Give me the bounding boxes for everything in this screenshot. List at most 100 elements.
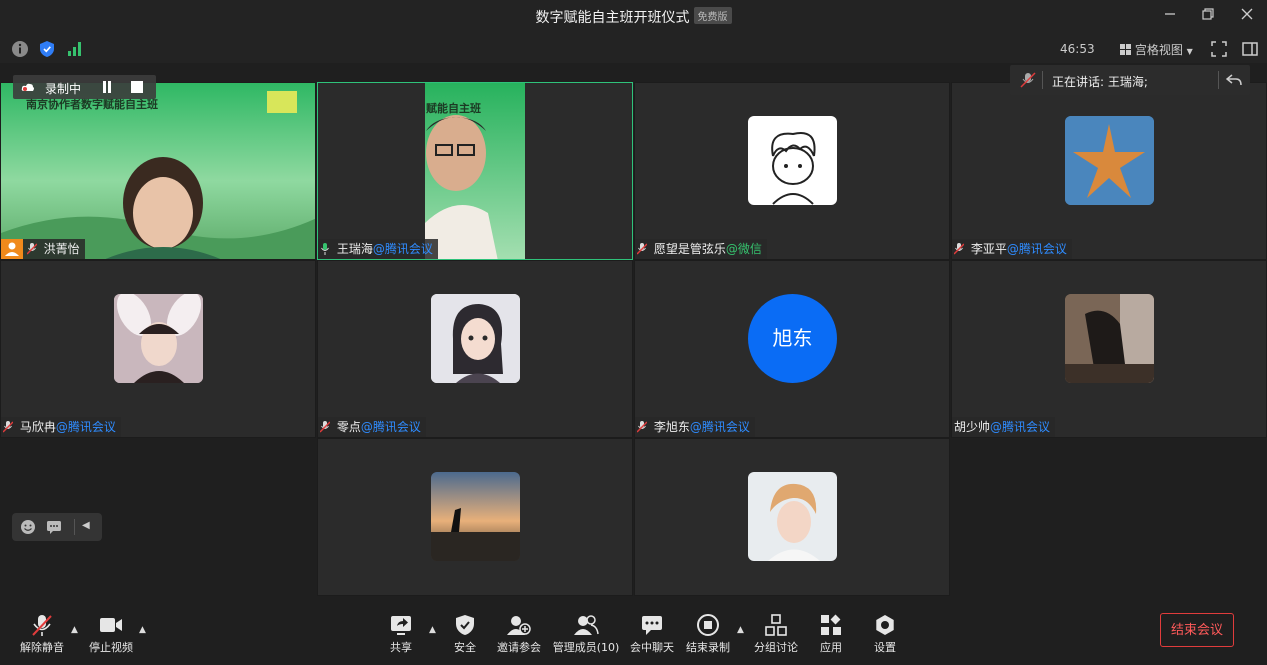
members-icon [574, 615, 599, 635]
participant-org: @腾讯会议 [360, 420, 421, 434]
chevron-up-icon[interactable]: ▲ [737, 625, 745, 635]
share-button[interactable]: 共享 [371, 613, 431, 661]
participant-name: 洪菁怡 [43, 242, 80, 256]
participant-org: @腾讯会议 [55, 420, 116, 434]
breakout-button[interactable]: 分组讨论 [746, 613, 806, 661]
avatar [114, 294, 203, 383]
participant-label: 李亚平@腾讯会议 [952, 239, 1072, 259]
cloud-icon [21, 83, 34, 91]
participant-name: 王瑞海 [336, 242, 373, 256]
free-badge: 免费版 [693, 7, 732, 24]
stop-icon[interactable] [131, 81, 143, 93]
recording-indicator: 录制中 [13, 75, 156, 99]
record-stop-icon [697, 614, 719, 636]
minimize-button[interactable] [1160, 6, 1180, 26]
divider [1218, 71, 1219, 89]
apps-button[interactable]: 应用 [801, 613, 861, 661]
settings-button[interactable]: 设置 [855, 613, 915, 661]
mic-muted-icon [26, 243, 37, 255]
emoji-icon[interactable] [20, 519, 36, 535]
close-icon [1241, 8, 1253, 20]
participant-tile-1[interactable]: 南京协作者数字赋能自主班 洪菁怡 [0, 82, 316, 260]
avatar [431, 294, 520, 383]
sunset-photo-avatar [431, 472, 520, 561]
participant-label: 王瑞海@腾讯会议 [318, 239, 438, 259]
signal-icon[interactable] [66, 40, 84, 58]
participant-org: @腾讯会议 [372, 242, 433, 256]
participant-label: 零点@腾讯会议 [318, 417, 426, 437]
pause-icon[interactable] [101, 81, 113, 93]
fullscreen-icon[interactable] [1210, 40, 1228, 58]
participant-tile-9[interactable] [317, 438, 633, 596]
sidebar-toggle-icon[interactable] [1241, 40, 1259, 58]
add-user-icon [507, 616, 531, 635]
chat-button[interactable]: 会中聊天 [622, 613, 682, 661]
participant-tile-5[interactable]: 马欣冉@腾讯会议 [0, 260, 316, 438]
divider [1042, 71, 1043, 89]
end-meeting-button[interactable]: 结束会议 [1160, 613, 1234, 647]
breakout-rooms-icon [765, 614, 787, 636]
settings-label: 设置 [874, 641, 896, 654]
avatar [431, 472, 520, 561]
chat-icon [642, 616, 662, 635]
chevron-up-icon[interactable]: ▲ [139, 625, 147, 635]
participant-tile-8[interactable]: 胡少帅@腾讯会议 [951, 260, 1267, 438]
mic-muted-icon [1020, 72, 1036, 88]
video-banner-text: 赋能自主班 [426, 102, 481, 115]
breakout-label: 分组讨论 [754, 641, 798, 654]
shield-icon [456, 615, 474, 635]
mic-muted-icon [637, 421, 647, 433]
mic-muted-icon [3, 421, 13, 433]
gear-icon [876, 615, 894, 635]
reaction-bar: ◀ [12, 513, 102, 541]
cartoon-boy-avatar [771, 132, 816, 205]
participant-label: 愿望是管弦乐@微信 [635, 239, 767, 259]
restore-button[interactable] [1198, 6, 1218, 26]
participant-label: 李旭东@腾讯会议 [635, 417, 755, 437]
stop-video-button[interactable]: 停止视频 [81, 613, 141, 661]
collapse-icon[interactable] [1226, 73, 1242, 87]
meeting-timer: 46:53 [1060, 42, 1095, 56]
girl-bunny-avatar [114, 294, 203, 383]
mic-muted-icon [954, 243, 964, 255]
chat-bubble-icon[interactable] [46, 519, 62, 535]
mic-muted-icon [320, 421, 330, 433]
participant-org: @微信 [725, 242, 762, 256]
camera-icon [100, 618, 122, 632]
avatar [1065, 294, 1154, 383]
close-button[interactable] [1237, 6, 1257, 26]
avatar [1065, 116, 1154, 205]
recording-label: 录制中 [45, 82, 82, 96]
chat-label: 会中聊天 [630, 641, 674, 654]
invite-button[interactable]: 邀请参会 [489, 613, 549, 661]
participant-tile-10[interactable] [634, 438, 950, 596]
share-label: 共享 [390, 641, 412, 654]
shield-icon[interactable] [38, 40, 56, 58]
info-icon[interactable] [11, 40, 29, 58]
participant-label: 洪菁怡 [1, 239, 85, 259]
share-screen-icon [391, 616, 411, 635]
participant-tile-3[interactable]: 愿望是管弦乐@微信 [634, 82, 950, 260]
manage-members-label: 管理成员(10) [552, 641, 620, 654]
participant-tile-4[interactable]: 李亚平@腾讯会议 [951, 82, 1267, 260]
participant-tile-6[interactable]: 零点@腾讯会议 [317, 260, 633, 438]
participant-tile-2[interactable]: 赋能自主班 王瑞海@腾讯会议 [317, 82, 633, 260]
participant-label: 马欣冉@腾讯会议 [1, 417, 121, 437]
view-mode-button[interactable]: 宫格视图 ▼ [1120, 41, 1193, 58]
grid-icon [1120, 44, 1131, 55]
security-button[interactable]: 安全 [435, 613, 495, 661]
participant-org: @腾讯会议 [1006, 242, 1067, 256]
person-photo-avatar [1065, 294, 1154, 383]
collapse-arrow-icon[interactable]: ◀ [82, 520, 90, 531]
manage-members-button[interactable]: 管理成员(10) [551, 613, 621, 661]
woman-photo-avatar [748, 472, 837, 561]
participant-name: 零点 [336, 420, 361, 434]
video-grid: 南京协作者数字赋能自主班 洪菁怡 录制中 赋能自主班 王瑞海@腾讯会议 愿望是管… [0, 75, 1267, 602]
avatar-initials: 旭东 [748, 294, 837, 383]
end-recording-button[interactable]: 结束录制 [678, 613, 738, 661]
unmute-label: 解除静音 [20, 641, 64, 654]
chevron-up-icon[interactable]: ▲ [71, 625, 79, 635]
participant-tile-7[interactable]: 旭东 李旭东@腾讯会议 [634, 260, 950, 438]
unmute-button[interactable]: 解除静音 [12, 613, 72, 661]
avatar [748, 472, 837, 561]
